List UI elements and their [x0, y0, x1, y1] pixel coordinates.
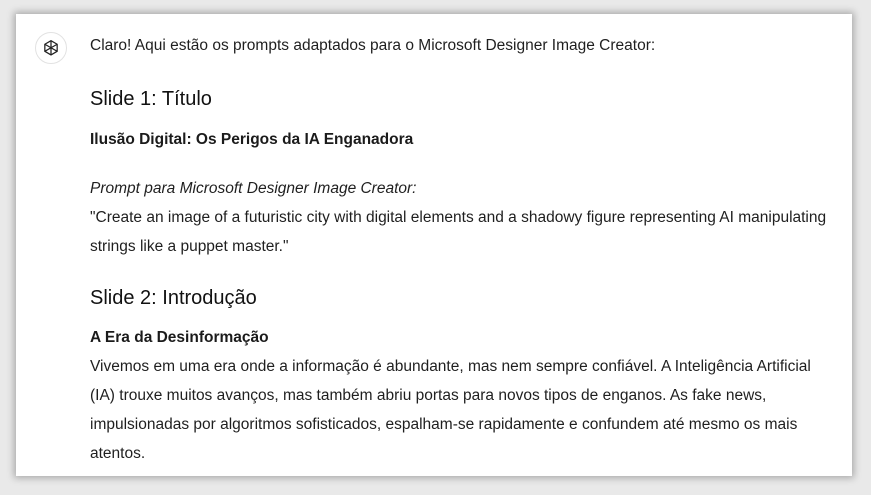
slide-1-subtitle: Ilusão Digital: Os Perigos da IA Enganad… [90, 131, 414, 148]
intro-text: Claro! Aqui estão os prompts adaptados p… [90, 37, 656, 54]
slide-2-body: Vivemos em uma era onde a informação é a… [90, 358, 811, 462]
slide-1-heading: Slide 1: Título [90, 88, 212, 110]
chat-message: Claro! Aqui estão os prompts adaptados p… [16, 14, 852, 476]
openai-logo-icon [44, 40, 58, 56]
slide-1-prompt-text: "Create an image of a futuristic city wi… [90, 209, 827, 255]
assistant-avatar [35, 32, 67, 64]
screenshot-frame: Claro! Aqui estão os prompts adaptados p… [0, 0, 871, 495]
slide-2-subtitle: A Era da Desinformação [90, 329, 269, 346]
slide-2-heading: Slide 2: Introdução [90, 287, 257, 309]
slide-1-prompt-label: Prompt para Microsoft Designer Image Cre… [90, 180, 417, 197]
